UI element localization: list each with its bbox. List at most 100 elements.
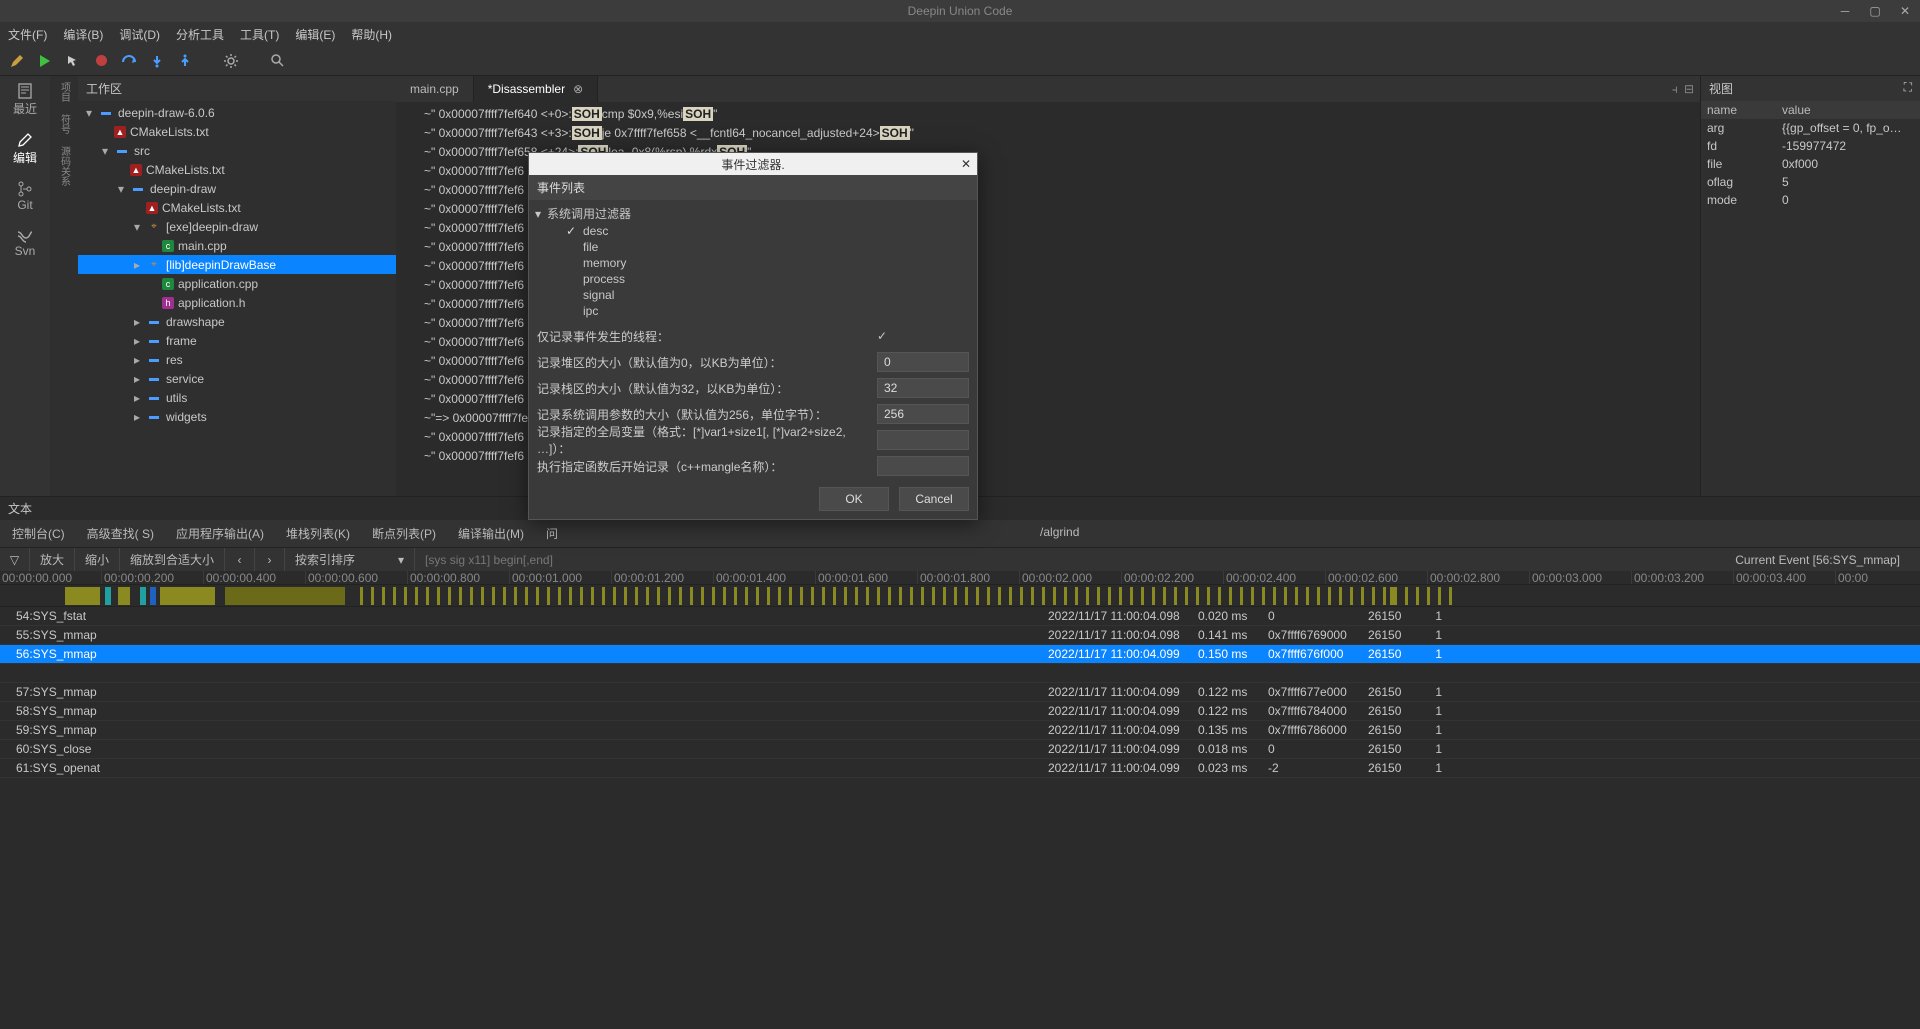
close-icon[interactable]: ⊗ bbox=[573, 82, 583, 96]
filter-item[interactable]: ipc bbox=[529, 303, 977, 319]
text-input[interactable] bbox=[877, 404, 969, 424]
tree-row[interactable]: ▾▬deepin-draw bbox=[78, 179, 396, 198]
event-row[interactable]: 59:SYS_mmap2022/11/17 11:00:04.0990.135 … bbox=[0, 721, 1920, 740]
ok-button[interactable]: OK bbox=[819, 487, 889, 511]
step-into-icon[interactable] bbox=[148, 52, 166, 70]
activity-recent[interactable]: 最近 bbox=[13, 82, 37, 117]
checkbox-icon[interactable] bbox=[565, 305, 577, 317]
checkbox-icon[interactable] bbox=[565, 257, 577, 269]
checkbox[interactable]: ✓ bbox=[877, 329, 969, 343]
activity-svn[interactable]: Svn bbox=[15, 226, 36, 258]
menu-debug[interactable]: 调试(D) bbox=[119, 26, 160, 43]
file-tree[interactable]: ▾▬deepin-draw-6.0.6▲CMakeLists.txt▾▬src▲… bbox=[78, 101, 396, 496]
zoom-out-button[interactable]: 缩小 bbox=[75, 548, 120, 571]
tab-disassembler[interactable]: *Disassembler ⊗ bbox=[474, 76, 598, 102]
btab-buildout[interactable]: 编译输出(M) bbox=[454, 522, 528, 545]
step-out-icon[interactable] bbox=[176, 52, 194, 70]
filter-tree[interactable]: ▾ 系统调用过滤器 ✓descfilememoryprocesssignalip… bbox=[529, 200, 977, 323]
menu-edit[interactable]: 编辑(E) bbox=[295, 26, 335, 43]
tree-row[interactable]: ▾⌖[exe]deepin-draw bbox=[78, 217, 396, 236]
activity-edit[interactable]: 编辑 bbox=[13, 131, 37, 166]
tree-row[interactable]: ▸▬widgets bbox=[78, 407, 396, 426]
event-name: 58:SYS_mmap bbox=[8, 704, 1048, 718]
filter-item[interactable]: file bbox=[529, 239, 977, 255]
strip-icon-3[interactable]: 源码关系 bbox=[57, 146, 72, 186]
tree-row[interactable]: ▸▬drawshape bbox=[78, 312, 396, 331]
text-input[interactable] bbox=[877, 352, 969, 372]
split-icon[interactable]: ⫞ bbox=[1672, 82, 1678, 97]
event-table[interactable]: 54:SYS_fstat2022/11/17 11:00:04.0980.020… bbox=[0, 607, 1920, 778]
close-icon[interactable]: ✕ bbox=[961, 157, 971, 171]
menu-build[interactable]: 编译(B) bbox=[63, 26, 103, 43]
btab-appout[interactable]: 应用程序输出(A) bbox=[172, 522, 268, 545]
checkbox-icon[interactable]: ✓ bbox=[565, 225, 577, 237]
menu-tools[interactable]: 工具(T) bbox=[240, 26, 279, 43]
tree-row[interactable]: capplication.cpp bbox=[78, 274, 396, 293]
menu-help[interactable]: 帮助(H) bbox=[351, 26, 392, 43]
tree-row[interactable]: ▾▬deepin-draw-6.0.6 bbox=[78, 103, 396, 122]
tree-row[interactable]: ▾▬src bbox=[78, 141, 396, 160]
btab-issues[interactable]: 问 bbox=[542, 522, 562, 545]
step-over-icon[interactable] bbox=[120, 52, 138, 70]
menu-analyze[interactable]: 分析工具 bbox=[176, 26, 224, 43]
run-icon[interactable] bbox=[36, 52, 54, 70]
tab-main-cpp[interactable]: main.cpp bbox=[396, 76, 474, 102]
btab-breakpoints[interactable]: 断点列表(P) bbox=[368, 522, 440, 545]
checkbox-icon[interactable] bbox=[565, 289, 577, 301]
gear-icon[interactable] bbox=[222, 52, 240, 70]
minimize-button[interactable]: ─ bbox=[1830, 0, 1860, 22]
maximize-button[interactable]: ▢ bbox=[1860, 0, 1890, 22]
event-row[interactable]: 58:SYS_mmap2022/11/17 11:00:04.0990.122 … bbox=[0, 702, 1920, 721]
sort-dropdown[interactable]: 按索引排序▾ bbox=[285, 548, 415, 571]
tree-row[interactable]: ▲CMakeLists.txt bbox=[78, 198, 396, 217]
search-icon[interactable] bbox=[268, 52, 286, 70]
filter-item[interactable]: signal bbox=[529, 287, 977, 303]
tree-row[interactable]: ▸▬service bbox=[78, 369, 396, 388]
cursor-icon[interactable] bbox=[64, 52, 82, 70]
prev-icon[interactable]: ‹ bbox=[225, 548, 255, 571]
checkbox-icon[interactable] bbox=[565, 273, 577, 285]
tree-row[interactable]: ▲CMakeLists.txt bbox=[78, 160, 396, 179]
zoom-fit-button[interactable]: 缩放到合适大小 bbox=[120, 548, 225, 571]
stop-icon[interactable] bbox=[92, 52, 110, 70]
cancel-button[interactable]: Cancel bbox=[899, 487, 969, 511]
next-icon[interactable]: › bbox=[255, 548, 285, 571]
filter-icon[interactable]: ▽ bbox=[0, 548, 30, 571]
strip-icon-2[interactable]: 符号 bbox=[57, 114, 72, 134]
event-row[interactable]: 56:SYS_mmap2022/11/17 11:00:04.0990.150 … bbox=[0, 645, 1920, 664]
filter-item[interactable]: memory bbox=[529, 255, 977, 271]
cpp-icon: c bbox=[162, 240, 174, 252]
tree-row[interactable]: ▲CMakeLists.txt bbox=[78, 122, 396, 141]
btab-find[interactable]: 高级查找( S) bbox=[83, 522, 158, 545]
event-row[interactable]: 60:SYS_close2022/11/17 11:00:04.0990.018… bbox=[0, 740, 1920, 759]
btab-console[interactable]: 控制台(C) bbox=[8, 522, 69, 545]
pencil-icon[interactable] bbox=[8, 52, 26, 70]
event-row[interactable]: 55:SYS_mmap2022/11/17 11:00:04.0980.141 … bbox=[0, 626, 1920, 645]
tree-row[interactable]: ▸⌖[lib]deepinDrawBase bbox=[78, 255, 396, 274]
tree-row[interactable]: ▸▬frame bbox=[78, 331, 396, 350]
close-button[interactable]: ✕ bbox=[1890, 0, 1920, 22]
checkbox-icon[interactable] bbox=[565, 241, 577, 253]
tree-row[interactable]: cmain.cpp bbox=[78, 236, 396, 255]
menu-file[interactable]: 文件(F) bbox=[8, 26, 47, 43]
activity-git[interactable]: Git bbox=[16, 180, 34, 212]
tree-row[interactable]: ▸▬utils bbox=[78, 388, 396, 407]
btab-stack[interactable]: 堆栈列表(K) bbox=[282, 522, 354, 545]
list-icon[interactable]: ⊟ bbox=[1684, 82, 1694, 96]
event-row[interactable]: 57:SYS_mmap2022/11/17 11:00:04.0990.122 … bbox=[0, 683, 1920, 702]
event-row[interactable]: 54:SYS_fstat2022/11/17 11:00:04.0980.020… bbox=[0, 607, 1920, 626]
tree-row[interactable]: happlication.h bbox=[78, 293, 396, 312]
filter-item[interactable]: process bbox=[529, 271, 977, 287]
text-input[interactable] bbox=[877, 430, 969, 450]
filter-group-syscall[interactable]: ▾ 系统调用过滤器 bbox=[529, 204, 977, 223]
text-input[interactable] bbox=[877, 378, 969, 398]
event-row[interactable]: 61:SYS_openat2022/11/17 11:00:04.0990.02… bbox=[0, 759, 1920, 778]
filter-item[interactable]: ✓desc bbox=[529, 223, 977, 239]
timeline-track[interactable]: for(let i=0;i<100;i++){document.write('<… bbox=[0, 585, 1920, 607]
strip-icon-1[interactable]: 项目 bbox=[57, 82, 72, 102]
text-input[interactable] bbox=[877, 456, 969, 476]
zoom-in-button[interactable]: 放大 bbox=[30, 548, 75, 571]
tree-row[interactable]: ▸▬res bbox=[78, 350, 396, 369]
expand-icon[interactable]: ⛶ bbox=[1904, 80, 1912, 97]
btab-valgrind[interactable]: /algrind bbox=[1036, 522, 1083, 545]
